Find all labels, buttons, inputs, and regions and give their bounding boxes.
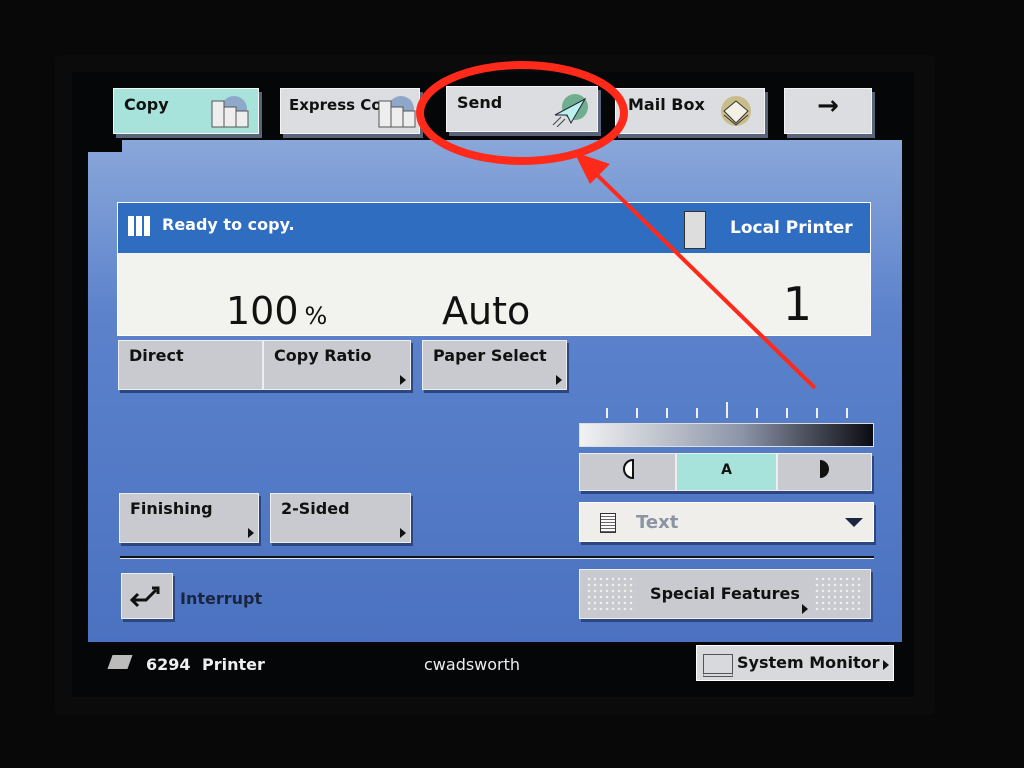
document-icon	[600, 513, 616, 533]
interrupt-icon	[129, 586, 160, 608]
special-features-button[interactable]: Special Features	[579, 569, 871, 619]
button-label: Special Features	[650, 584, 800, 603]
button-label: Finishing	[130, 499, 213, 518]
dot-pattern	[586, 576, 636, 610]
printer-job-icon	[107, 655, 133, 669]
tab-mail-box[interactable]: Mail Box	[615, 88, 765, 134]
status-header: Ready to copy. Local Printer	[118, 203, 870, 253]
density-gradient	[579, 423, 874, 447]
button-label: 2-Sided	[281, 499, 350, 518]
finishing-button[interactable]: Finishing	[119, 493, 259, 543]
density-tick	[696, 408, 698, 418]
chevron-right-icon	[802, 604, 808, 614]
monitor-icon	[703, 654, 733, 677]
chevron-right-icon	[883, 660, 889, 670]
next-tab-button[interactable]: →	[784, 88, 872, 134]
density-tick	[816, 408, 818, 418]
user-name: cwadsworth	[424, 655, 521, 674]
interrupt-button[interactable]	[121, 573, 173, 619]
tab-send[interactable]: Send	[446, 86, 598, 132]
image-type-value: Text	[636, 512, 679, 533]
chevron-right-icon	[556, 375, 562, 385]
copy-pages-icon	[211, 96, 249, 128]
system-monitor-button[interactable]: System Monitor	[696, 645, 894, 681]
copy-pages-icon	[378, 96, 416, 128]
direct-button[interactable]: Direct	[118, 340, 263, 390]
paper-select-button[interactable]: Paper Select	[422, 340, 567, 390]
darker-button[interactable]	[777, 453, 872, 491]
tab-express-copy[interactable]: Express Copy	[280, 88, 420, 134]
job-type: Printer	[202, 655, 265, 674]
tab-label: Send	[457, 93, 503, 112]
copy-ratio-value: 100%	[226, 289, 327, 333]
paper-plane-icon	[552, 94, 588, 127]
copy-count: 1	[782, 277, 812, 331]
half-light-icon	[622, 458, 634, 480]
two-sided-button[interactable]: 2-Sided	[270, 493, 411, 543]
job-id: 6294	[146, 655, 191, 674]
copy-ratio-button[interactable]: Copy Ratio	[263, 340, 411, 390]
half-dark-icon	[819, 460, 829, 478]
mailbox-tray-icon	[721, 96, 751, 126]
arrow-right-icon: →	[817, 91, 839, 121]
status-bar: 6294 Printer cwadsworth System Monitor	[88, 645, 902, 685]
density-tick	[606, 408, 608, 418]
density-tick	[666, 408, 668, 418]
tab-copy[interactable]: Copy	[113, 88, 259, 134]
paper-size-value: Auto	[442, 289, 531, 333]
printer-icon	[684, 211, 706, 249]
printer-name: Local Printer	[730, 218, 853, 238]
chevron-right-icon	[400, 375, 406, 385]
lighter-button[interactable]	[579, 453, 676, 491]
density-tick	[846, 408, 848, 418]
auto-label: A	[721, 462, 732, 478]
status-display: Ready to copy. Local Printer 100% Auto 1	[117, 202, 871, 336]
button-label: Copy Ratio	[274, 346, 372, 365]
image-type-select[interactable]: Text	[579, 502, 874, 542]
tab-label: Mail Box	[628, 95, 705, 114]
density-tick	[726, 402, 728, 418]
ratio-number: 100	[226, 289, 299, 333]
status-message: Ready to copy.	[162, 215, 295, 234]
density-tick	[756, 408, 758, 418]
chevron-right-icon	[248, 528, 254, 538]
density-scale	[580, 402, 872, 418]
chevron-right-icon	[400, 528, 406, 538]
button-label: Direct	[129, 346, 184, 365]
density-tick	[636, 408, 638, 418]
dot-pattern	[814, 576, 864, 610]
interrupt-label: Interrupt	[180, 589, 263, 608]
divider	[120, 556, 874, 559]
copy-status-icon	[128, 216, 150, 236]
button-label: Paper Select	[433, 346, 547, 365]
chevron-down-icon	[845, 518, 863, 527]
density-tick	[786, 408, 788, 418]
auto-density-button[interactable]: A	[676, 453, 777, 491]
button-label: System Monitor	[737, 653, 880, 672]
ratio-unit: %	[304, 302, 328, 330]
tab-label: Copy	[124, 95, 169, 114]
